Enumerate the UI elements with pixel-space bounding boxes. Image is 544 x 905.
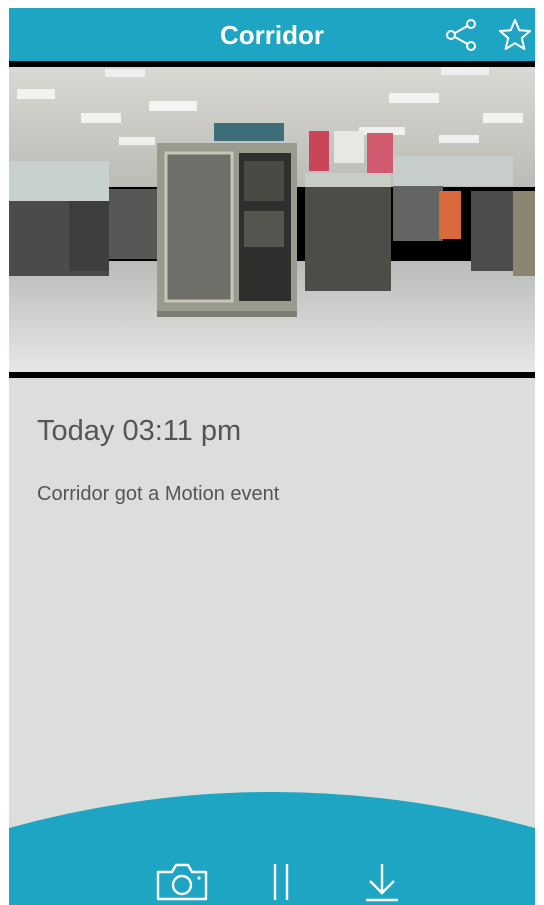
pause-button[interactable] [261,860,301,904]
share-icon [446,19,476,51]
favorite-button[interactable] [495,16,535,54]
snapshot-button[interactable] [150,860,214,904]
share-button[interactable] [441,16,481,54]
title-bar: Corridor [9,8,535,61]
pause-icon [273,864,289,900]
star-outline-icon [499,19,531,50]
app-screen: Corridor Today 03:11 pm Corridor got a M… [9,8,535,905]
office-camera-image [9,61,535,378]
playback-control-bar [9,778,535,905]
download-icon [366,864,398,902]
camera-video-frame[interactable] [9,61,535,378]
event-description: Corridor got a Motion event [37,483,280,505]
download-button[interactable] [359,860,405,904]
event-time: Today 03:11 pm [37,415,242,447]
camera-icon [156,863,208,901]
